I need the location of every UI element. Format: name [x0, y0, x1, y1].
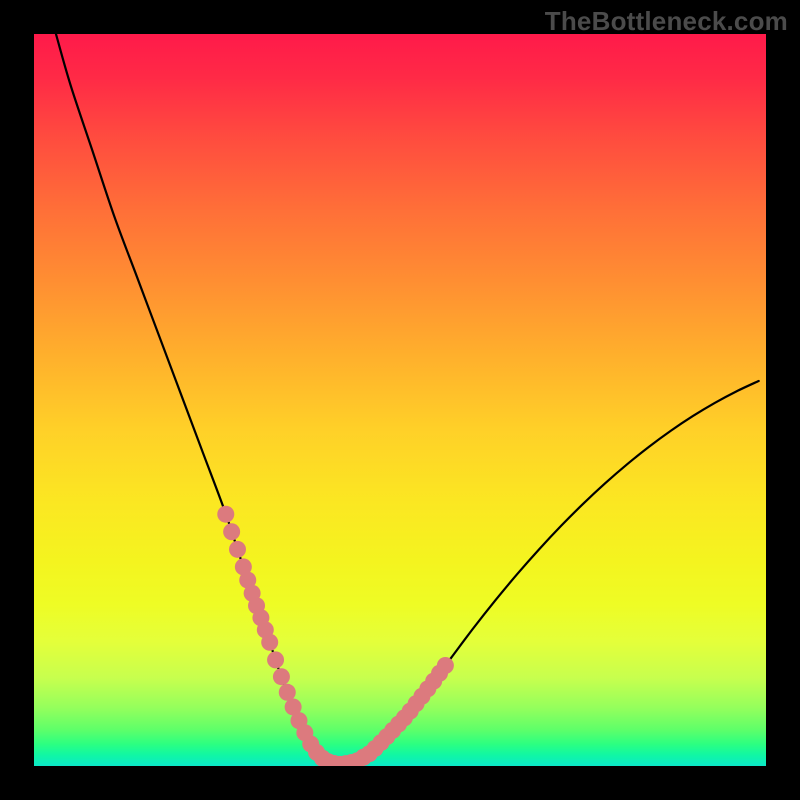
curve-layer [34, 34, 766, 766]
watermark-text: TheBottleneck.com [545, 6, 788, 37]
highlight-dot [267, 651, 284, 668]
highlight-dot [437, 657, 454, 674]
highlight-dot [279, 684, 296, 701]
highlight-dots [217, 506, 454, 766]
chart-frame: TheBottleneck.com [0, 0, 800, 800]
highlight-dot [229, 541, 246, 558]
highlight-dot [217, 506, 234, 523]
highlight-dot [261, 634, 278, 651]
highlight-dot [273, 668, 290, 685]
plot-area [34, 34, 766, 766]
bottleneck-curve [56, 34, 759, 765]
highlight-dot [223, 523, 240, 540]
